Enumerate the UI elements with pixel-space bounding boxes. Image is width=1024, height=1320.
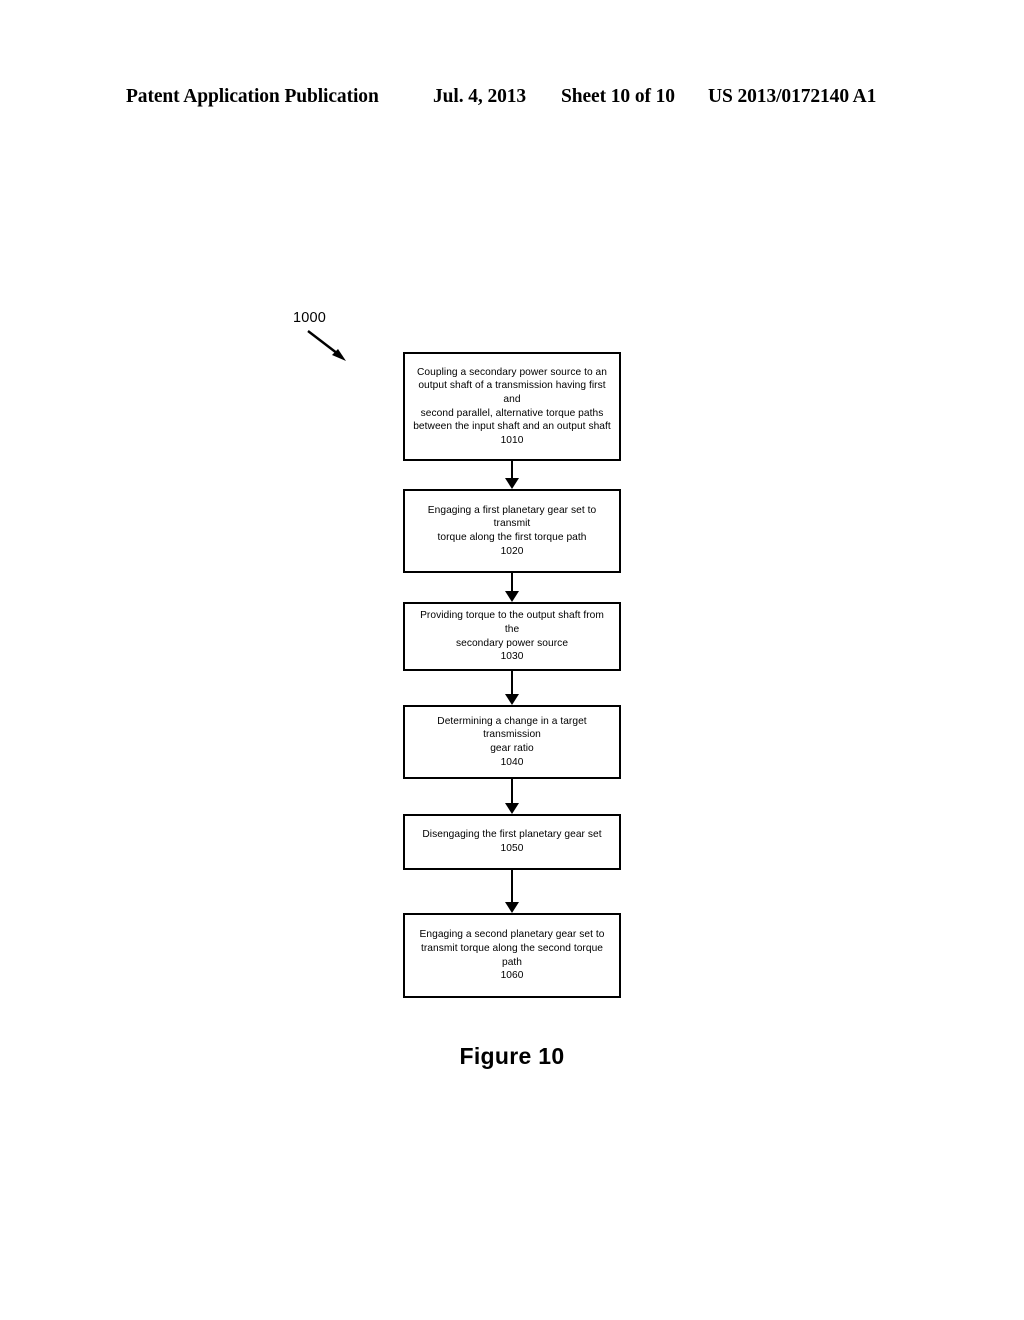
connector-line xyxy=(511,573,513,592)
connector-1040-to-1050 xyxy=(505,779,519,814)
flow-step-1030-text: Providing torque to the output shaft fro… xyxy=(420,610,604,663)
flow-step-1050-text: Disengaging the first planetary gear set… xyxy=(422,829,602,854)
connector-line xyxy=(511,870,513,903)
connector-1020-to-1030 xyxy=(505,573,519,602)
connector-1010-to-1020 xyxy=(505,461,519,489)
connector-line xyxy=(511,461,513,479)
flow-step-1010-text: Coupling a secondary power source to an … xyxy=(413,366,611,446)
flow-step-1060: Engaging a second planetary gear set to … xyxy=(403,913,621,998)
flow-step-1020: Engaging a first planetary gear set to t… xyxy=(403,489,621,573)
lead-line-arrow-icon xyxy=(307,330,346,361)
flow-step-1050: Disengaging the first planetary gear set… xyxy=(403,814,621,870)
figure-10-flowchart: 1000 Coupling a secondary power source t… xyxy=(0,0,1024,1320)
arrowhead-down-icon xyxy=(505,478,519,489)
connector-line xyxy=(511,779,513,804)
connector-1030-to-1040 xyxy=(505,671,519,705)
connector-1050-to-1060 xyxy=(505,870,519,913)
flow-step-1010: Coupling a secondary power source to an … xyxy=(403,352,621,461)
arrowhead-down-icon xyxy=(505,803,519,814)
flow-step-1030: Providing torque to the output shaft fro… xyxy=(403,602,621,671)
flow-step-1060-text: Engaging a second planetary gear set to … xyxy=(419,929,605,982)
flow-step-1040-text: Determining a change in a target transmi… xyxy=(437,715,587,768)
connector-line xyxy=(511,671,513,695)
arrowhead-down-icon xyxy=(505,591,519,602)
figure-caption: Figure 10 xyxy=(459,1043,565,1069)
arrowhead-down-icon xyxy=(505,694,519,705)
flow-step-1020-text: Engaging a first planetary gear set to t… xyxy=(427,504,597,557)
figure-reference-numeral: 1000 xyxy=(293,310,327,326)
arrowhead-down-icon xyxy=(505,902,519,913)
flow-step-1040: Determining a change in a target transmi… xyxy=(403,705,621,779)
